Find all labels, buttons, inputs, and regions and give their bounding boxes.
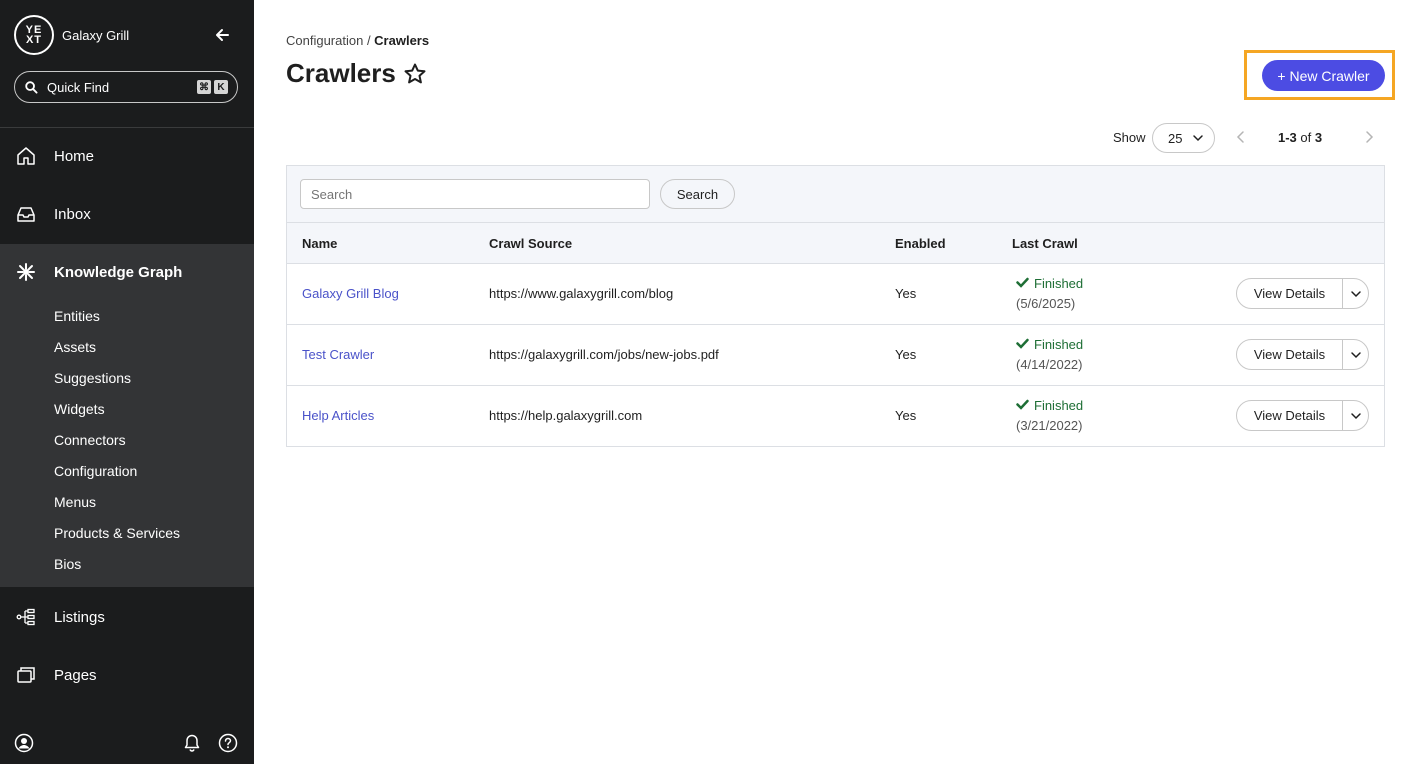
k-key: K [214, 80, 228, 94]
pager-total: 3 [1314, 130, 1323, 145]
pager-of: of [1300, 130, 1312, 145]
crawl-source: https://help.galaxygrill.com [489, 408, 643, 423]
sidebar-subitem-suggestions[interactable]: Suggestions [54, 370, 131, 386]
crawler-name-link[interactable]: Test Crawler [302, 347, 374, 362]
chevron-down-icon [1193, 135, 1203, 142]
crawl-source: https://www.galaxygrill.com/blog [489, 286, 674, 301]
status-text: Finished [1034, 337, 1084, 352]
quick-find-label: Quick Find [47, 79, 110, 95]
sidebar-item-inbox[interactable]: Inbox [0, 185, 254, 243]
breadcrumb-parent[interactable]: Configuration [286, 33, 363, 48]
search-input[interactable] [300, 179, 650, 209]
view-details-button[interactable]: View Details [1237, 340, 1343, 369]
show-label: Show [1113, 130, 1146, 145]
table-row: Test Crawler https://galaxygrill.com/job… [287, 325, 1384, 386]
column-header-crawl-source: Crawl Source [489, 236, 573, 251]
sidebar-item-label: Inbox [54, 205, 91, 223]
view-details-group: View Details [1236, 339, 1369, 370]
sidebar-item-knowledge-graph[interactable]: Knowledge Graph [0, 244, 254, 300]
chevron-left-icon[interactable] [1235, 130, 1247, 149]
yext-logo: YE XT [14, 15, 54, 55]
crawler-name-link[interactable]: Help Articles [302, 408, 374, 423]
chevron-down-icon[interactable] [1343, 401, 1368, 430]
last-crawl-date: (5/6/2025) [1016, 296, 1076, 311]
sidebar-item-pages[interactable]: Pages [0, 646, 254, 704]
check-icon [1016, 399, 1029, 410]
column-header-enabled: Enabled [895, 236, 946, 251]
status-badge: Finished [1016, 337, 1083, 352]
enabled-value: Yes [895, 408, 917, 423]
view-details-group: View Details [1236, 278, 1369, 309]
back-arrow-icon[interactable] [213, 26, 231, 44]
sidebar-subitem-widgets[interactable]: Widgets [54, 401, 105, 417]
new-crawler-highlight: + New Crawler [1244, 50, 1395, 100]
last-crawl-date: (4/14/2022) [1016, 357, 1083, 372]
shortcut-keys: ⌘ K [197, 80, 228, 94]
brand-name: Galaxy Grill [62, 27, 130, 43]
sidebar-item-label: Pages [54, 666, 97, 684]
cmd-key: ⌘ [197, 80, 211, 94]
inbox-icon [16, 204, 36, 224]
table-row: Galaxy Grill Blog https://www.galaxygril… [287, 264, 1384, 325]
search-icon [25, 80, 38, 94]
sidebar-item-listings[interactable]: Listings [0, 588, 254, 646]
pager-range-value: 1-3 [1278, 130, 1297, 145]
view-details-button[interactable]: View Details [1237, 279, 1343, 308]
sidebar-subitem-products-services[interactable]: Products & Services [54, 525, 180, 541]
table-header: Name Crawl Source Enabled Last Crawl [287, 223, 1384, 264]
star-icon[interactable] [403, 62, 427, 86]
sidebar-item-label: Knowledge Graph [54, 263, 183, 281]
crawler-name-link[interactable]: Galaxy Grill Blog [302, 286, 399, 301]
crawl-source: https://galaxygrill.com/jobs/new-jobs.pd… [489, 347, 719, 362]
new-crawler-button[interactable]: + New Crawler [1262, 60, 1385, 91]
page-size-value: 25 [1168, 130, 1183, 146]
listings-icon [16, 607, 36, 627]
view-details-group: View Details [1236, 400, 1369, 431]
pages-icon [16, 665, 36, 685]
page-title: Crawlers [286, 58, 396, 88]
page-size-select[interactable]: 25 [1152, 123, 1215, 153]
knowledge-graph-icon [16, 262, 36, 282]
sidebar: YE XT Galaxy Grill Quick Find ⌘ K Home In… [0, 0, 254, 764]
sidebar-subitem-menus[interactable]: Menus [54, 494, 96, 510]
help-icon[interactable] [218, 733, 238, 753]
status-badge: Finished [1016, 398, 1083, 413]
brand[interactable]: YE XT Galaxy Grill [14, 15, 129, 55]
knowledge-graph-section: Knowledge Graph Entities Assets Suggesti… [0, 244, 254, 587]
quick-find-input[interactable]: Quick Find ⌘ K [14, 71, 238, 103]
sidebar-subitem-configuration[interactable]: Configuration [54, 463, 137, 479]
status-text: Finished [1034, 276, 1084, 291]
table-row: Help Articles https://help.galaxygrill.c… [287, 386, 1384, 447]
sidebar-item-label: Listings [54, 608, 105, 626]
search-button[interactable]: Search [660, 179, 735, 209]
chevron-down-icon[interactable] [1343, 279, 1368, 308]
column-header-last-crawl: Last Crawl [1012, 236, 1078, 251]
enabled-value: Yes [895, 286, 917, 301]
chevron-down-icon[interactable] [1343, 340, 1368, 369]
crawlers-table: Search Name Crawl Source Enabled Last Cr… [286, 165, 1385, 447]
breadcrumb-separator: / [363, 33, 375, 48]
status-text: Finished [1034, 398, 1084, 413]
last-crawl-date: (3/21/2022) [1016, 418, 1083, 433]
enabled-value: Yes [895, 347, 917, 362]
sidebar-subitem-entities[interactable]: Entities [54, 308, 100, 324]
bell-icon[interactable] [182, 733, 202, 753]
table-search-bar: Search [287, 166, 1384, 223]
check-icon [1016, 277, 1029, 288]
column-header-name: Name [302, 236, 338, 251]
sidebar-item-home[interactable]: Home [0, 127, 254, 185]
breadcrumb: Configuration / Crawlers [286, 33, 429, 48]
sidebar-item-label: Home [54, 147, 95, 165]
sidebar-subitem-assets[interactable]: Assets [54, 339, 96, 355]
status-badge: Finished [1016, 276, 1083, 291]
pager-range: 1-3 of 3 [1278, 130, 1322, 145]
home-icon [16, 146, 36, 166]
view-details-button[interactable]: View Details [1237, 401, 1343, 430]
check-icon [1016, 338, 1029, 349]
sidebar-subitem-connectors[interactable]: Connectors [54, 432, 126, 448]
sidebar-subitem-bios[interactable]: Bios [54, 556, 81, 572]
chevron-right-icon[interactable] [1363, 130, 1375, 149]
user-icon[interactable] [14, 733, 34, 753]
breadcrumb-current: Crawlers [374, 33, 430, 48]
